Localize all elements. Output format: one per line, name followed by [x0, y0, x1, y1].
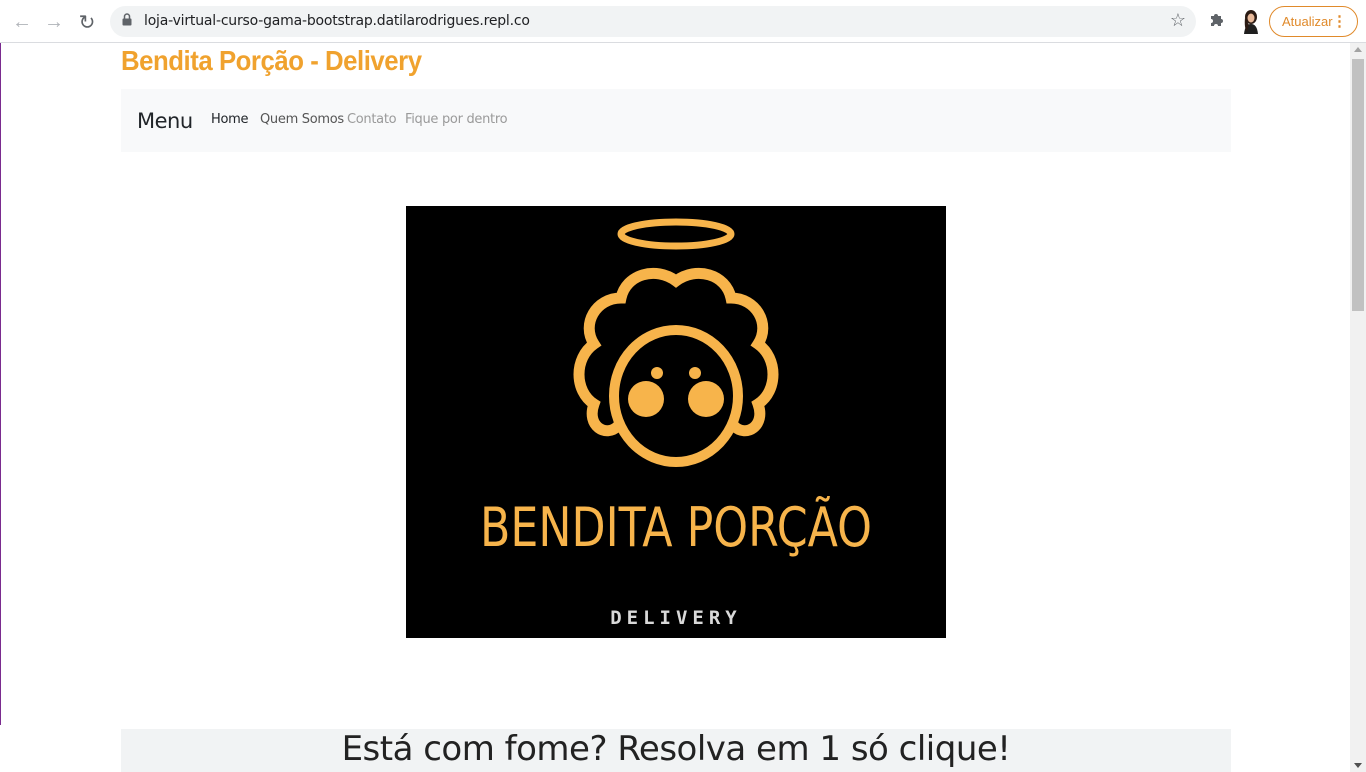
address-bar[interactable]: loja-virtual-curso-gama-bootstrap.datila…: [110, 6, 1196, 37]
star-icon[interactable]: ☆: [1170, 10, 1186, 31]
forward-arrow-icon[interactable]: →: [40, 8, 68, 36]
logo-subtitle: DELIVERY: [610, 607, 742, 629]
tagline-heading: Está com fome? Resolva em 1 só clique!: [341, 729, 1011, 769]
scroll-thumb[interactable]: [1352, 59, 1364, 311]
nav-link-quem-somos[interactable]: Quem Somos: [260, 112, 344, 127]
site-brand-title: Bendita Porção - Delivery: [121, 45, 422, 76]
scroll-down-arrow-icon[interactable]: [1354, 763, 1362, 768]
cheek-right: [688, 381, 724, 417]
logo-image: BENDITA PORÇÃO DELIVERY: [406, 206, 946, 638]
nav-link-contato[interactable]: Contato: [347, 112, 397, 127]
eye-left: [651, 367, 663, 379]
logo-title: BENDITA PORÇÃO: [480, 496, 872, 559]
page-content: Bendita Porção - Delivery Menu Home Quem…: [0, 43, 1350, 772]
navbar-brand[interactable]: Menu: [137, 109, 193, 133]
nav-link-home[interactable]: Home: [211, 112, 249, 127]
page-scrollbar[interactable]: [1350, 43, 1366, 772]
vertical-dots-icon: ⋮: [1332, 13, 1347, 30]
update-button[interactable]: Atualizar ⋮: [1269, 6, 1358, 37]
profile-avatar[interactable]: [1240, 8, 1262, 34]
lock-icon: [122, 13, 132, 26]
site-navbar: Menu Home Quem Somos Contato Fique por d…: [121, 89, 1231, 152]
browser-toolbar: ← → ↻ loja-virtual-curso-gama-bootstrap.…: [0, 0, 1366, 43]
cheek-left: [628, 381, 664, 417]
update-label: Atualizar: [1282, 14, 1333, 29]
nav-link-fique-por-dentro[interactable]: Fique por dentro: [405, 112, 508, 127]
tagline-banner: Está com fome? Resolva em 1 só clique!: [121, 729, 1231, 772]
eye-right: [689, 367, 701, 379]
reload-icon[interactable]: ↻: [73, 8, 101, 36]
url-text[interactable]: loja-virtual-curso-gama-bootstrap.datila…: [144, 13, 530, 29]
puzzle-icon[interactable]: [1208, 10, 1228, 30]
halo-icon: [617, 218, 735, 250]
back-arrow-icon[interactable]: ←: [8, 8, 36, 36]
scroll-up-arrow-icon[interactable]: [1354, 47, 1362, 52]
